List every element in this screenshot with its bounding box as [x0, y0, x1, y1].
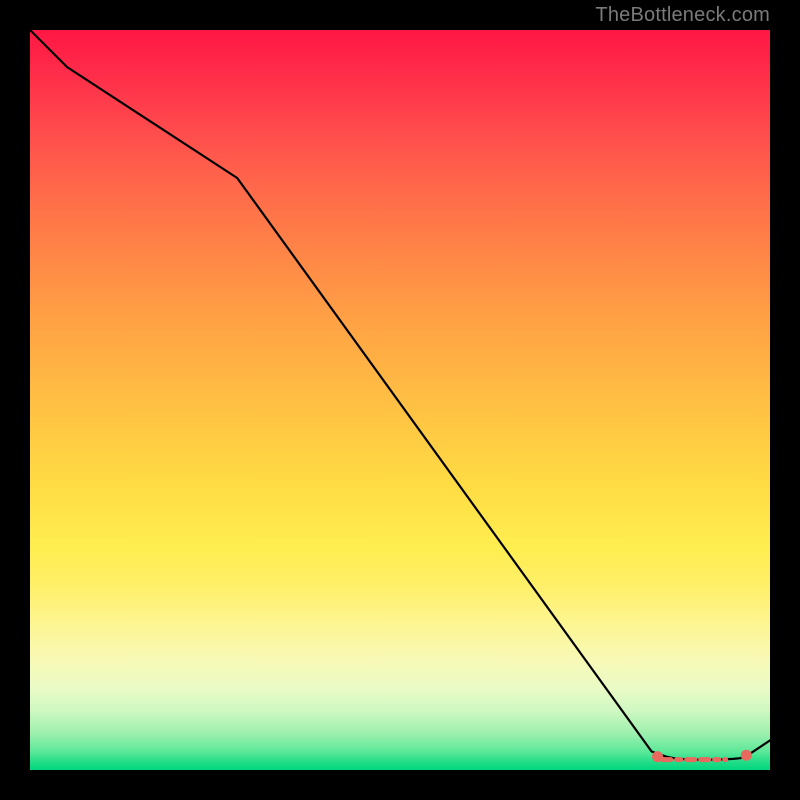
- series-layer: [30, 30, 770, 760]
- chart-svg: [30, 30, 770, 770]
- marker-dot: [741, 750, 752, 761]
- marker-dot: [652, 751, 663, 762]
- chart-container: TheBottleneck.com: [0, 0, 800, 800]
- bottleneck-curve-line: [30, 30, 770, 760]
- watermark-text: TheBottleneck.com: [595, 4, 770, 27]
- plot-area: [30, 30, 770, 770]
